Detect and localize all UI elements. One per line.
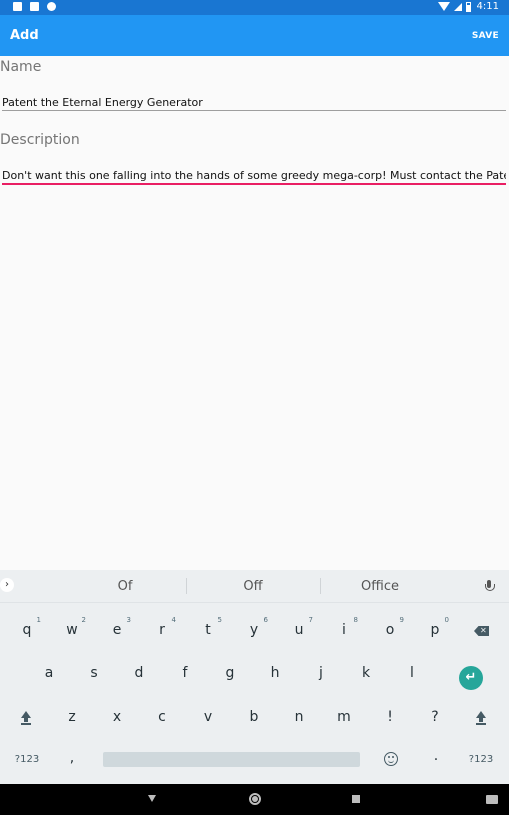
system-nav-bar <box>0 784 509 815</box>
status-left-icons <box>13 2 56 11</box>
key-l[interactable]: l <box>395 656 429 690</box>
key-b[interactable]: b <box>237 700 271 734</box>
suggestion-3[interactable]: Office <box>315 579 445 594</box>
symbols-key-left[interactable]: ?123 <box>10 743 44 777</box>
key-v[interactable]: v <box>191 700 225 734</box>
key-y[interactable]: y6 <box>237 613 271 647</box>
space-bar[interactable] <box>103 752 360 767</box>
microphone-icon[interactable] <box>485 580 495 592</box>
key-j[interactable]: j <box>304 656 338 690</box>
key-e[interactable]: e3 <box>100 613 134 647</box>
key-d[interactable]: d <box>122 656 156 690</box>
status-time: 4:11 <box>476 1 499 12</box>
key-a[interactable]: a <box>32 656 66 690</box>
name-field-underline <box>2 110 506 111</box>
key-period[interactable]: · <box>419 743 453 777</box>
key-o[interactable]: o9 <box>373 613 407 647</box>
key-n[interactable]: n <box>282 700 316 734</box>
shift-right-icon[interactable] <box>474 711 488 725</box>
description-label: Description <box>0 132 80 148</box>
suggestion-divider <box>186 578 187 594</box>
key-c[interactable]: c <box>145 700 179 734</box>
back-icon[interactable] <box>148 795 156 802</box>
add-form: Name Patent the Eternal Energy Generator… <box>0 56 509 570</box>
backspace-icon[interactable] <box>474 626 489 636</box>
page-title: Add <box>10 28 39 43</box>
symbols-key-right[interactable]: ?123 <box>464 743 498 777</box>
key-comma[interactable]: , <box>55 741 89 775</box>
description-field-underline <box>2 183 506 185</box>
enter-icon[interactable]: ↵ <box>459 666 483 690</box>
suggestion-strip: › Of Off Office <box>0 570 509 603</box>
key-f[interactable]: f <box>168 656 202 690</box>
emoji-icon[interactable] <box>384 752 398 766</box>
key-w[interactable]: w2 <box>55 613 89 647</box>
key-exclamation[interactable]: ! <box>373 700 407 734</box>
app-bar: Add SAVE <box>0 15 509 56</box>
suggestion-2[interactable]: Off <box>188 579 318 594</box>
battery-icon <box>465 1 471 12</box>
key-m[interactable]: m <box>327 700 361 734</box>
notification-a-icon <box>13 2 22 11</box>
key-i[interactable]: i8 <box>327 613 361 647</box>
key-h[interactable]: h <box>258 656 292 690</box>
status-right-icons: 4:11 <box>437 1 499 12</box>
key-u[interactable]: u7 <box>282 613 316 647</box>
wifi-icon <box>437 2 450 11</box>
shift-left-icon[interactable] <box>19 711 33 725</box>
cell-signal-icon <box>453 2 462 11</box>
home-icon[interactable] <box>249 793 261 805</box>
sd-card-icon <box>30 2 39 11</box>
key-g[interactable]: g <box>213 656 247 690</box>
key-t[interactable]: t5 <box>191 613 225 647</box>
keyboard-switch-icon[interactable] <box>486 795 498 804</box>
key-s[interactable]: s <box>77 656 111 690</box>
key-r[interactable]: r4 <box>145 613 179 647</box>
save-button[interactable]: SAVE <box>472 31 499 41</box>
key-p[interactable]: p0 <box>418 613 452 647</box>
recents-icon[interactable] <box>352 795 360 803</box>
key-x[interactable]: x <box>100 700 134 734</box>
key-k[interactable]: k <box>349 656 383 690</box>
suggestion-1[interactable]: Of <box>60 579 190 594</box>
name-label: Name <box>0 59 42 75</box>
name-field[interactable]: Patent the Eternal Energy Generator <box>2 96 506 115</box>
key-z[interactable]: z <box>55 700 89 734</box>
chevron-right-icon[interactable]: › <box>0 578 14 592</box>
description-field[interactable]: Don't want this one falling into the han… <box>2 169 506 188</box>
soft-keyboard: › Of Off Office q1 w2 e3 r4 t5 y6 u7 i8 … <box>0 570 509 784</box>
key-q[interactable]: q1 <box>10 613 44 647</box>
status-bar: 4:11 <box>0 0 509 15</box>
sync-icon <box>47 2 56 11</box>
key-question[interactable]: ? <box>418 700 452 734</box>
